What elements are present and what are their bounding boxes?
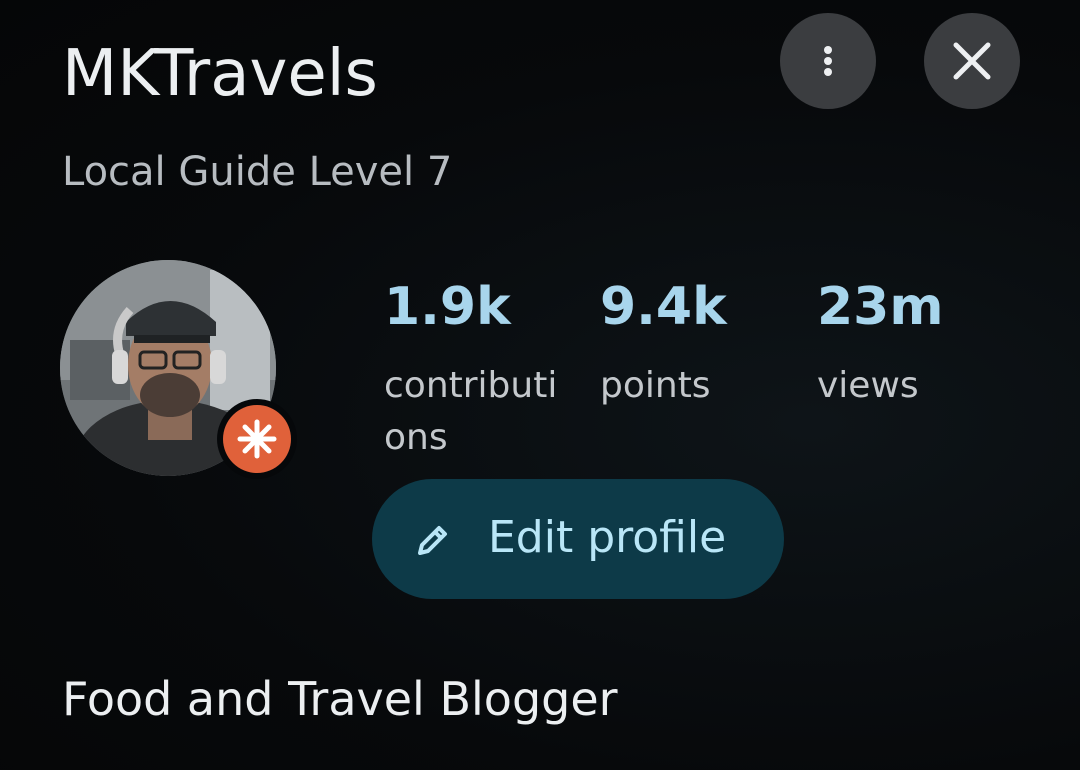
profile-bio: Food and Travel Blogger bbox=[62, 672, 618, 726]
profile-card: MKTravels Local Guide Level 7 1.9k contr… bbox=[0, 0, 1080, 770]
profile-name: MKTravels bbox=[62, 37, 378, 111]
stat-points-value[interactable]: 9.4k bbox=[600, 276, 727, 338]
close-button[interactable] bbox=[924, 13, 1020, 109]
more-options-button[interactable] bbox=[780, 13, 876, 109]
stat-contributions-label: contributions bbox=[384, 365, 558, 458]
stat-points-label: points bbox=[600, 365, 711, 406]
stat-contributions-value[interactable]: 1.9k bbox=[384, 276, 511, 338]
close-icon bbox=[953, 42, 991, 80]
pencil-icon bbox=[418, 526, 447, 555]
local-guide-star-icon bbox=[237, 419, 277, 459]
local-guide-badge bbox=[217, 399, 297, 479]
local-guide-level[interactable]: Local Guide Level 7 bbox=[62, 146, 452, 198]
edit-profile-label: Edit profile bbox=[488, 512, 727, 563]
stat-views-label: views bbox=[817, 365, 919, 406]
stat-views-value[interactable]: 23m bbox=[817, 276, 944, 338]
edit-profile-button[interactable]: Edit profile bbox=[372, 479, 784, 599]
more-vert-icon bbox=[824, 46, 832, 76]
